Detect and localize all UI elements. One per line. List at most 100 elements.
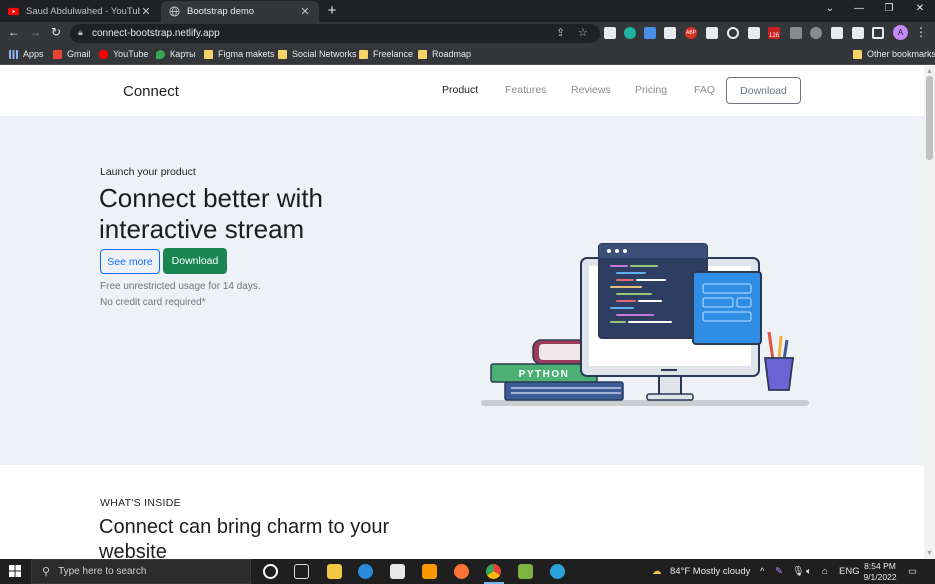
task-view-icon[interactable] <box>294 564 309 579</box>
kebab-menu-icon[interactable]: ⋮ <box>913 25 929 39</box>
bookmark-label: Карты <box>170 49 196 59</box>
forward-arrow-icon[interactable]: → <box>27 25 43 39</box>
nav-faq[interactable]: FAQ <box>694 84 715 96</box>
scroll-up-icon[interactable]: ▲ <box>926 68 933 75</box>
weather-text[interactable]: 84°F Mostly cloudy <box>670 566 750 577</box>
reload-icon[interactable]: ↻ <box>48 25 64 39</box>
taskbar-search-placeholder[interactable]: Type here to search <box>58 566 146 577</box>
minimize-icon[interactable]: — <box>851 3 867 14</box>
nav-features[interactable]: Features <box>505 84 546 96</box>
window-close-icon[interactable]: ✕ <box>912 3 928 14</box>
bookmark-label: Freelance <box>373 49 414 59</box>
speaker-icon[interactable]: 🔈︎ <box>806 566 812 577</box>
nav-pricing[interactable]: Pricing <box>635 84 667 96</box>
notification-icon[interactable]: ▭ <box>908 566 917 577</box>
sublime-icon[interactable] <box>422 564 437 579</box>
nav-reviews[interactable]: Reviews <box>571 84 611 96</box>
hero-headline: Connect better with interactive stream <box>99 183 324 244</box>
extension-cloud-icon[interactable] <box>810 27 822 39</box>
network-icon[interactable]: ⌂ <box>822 566 828 577</box>
tray-chevron-up-icon[interactable]: ^ <box>760 566 764 577</box>
apps-grid-icon <box>9 49 18 59</box>
site-navbar: Connect Product Features Reviews Pricing… <box>0 66 924 116</box>
new-tab-plus-icon[interactable]: + <box>324 2 340 19</box>
taskbar-search[interactable]: ⚲ Type here to search <box>31 559 251 584</box>
bookmark-label: Gmail <box>67 49 91 59</box>
scrollbar-thumb[interactable] <box>926 76 933 160</box>
extension-doc-icon[interactable] <box>604 27 616 39</box>
cortana-icon[interactable] <box>263 564 278 579</box>
lock-icon[interactable]: 🔒︎ <box>78 27 83 38</box>
site-brand[interactable]: Connect <box>123 83 179 100</box>
windows-taskbar: ⚲ Type here to search ☁ 84°F Mostly clou… <box>0 559 935 584</box>
extension-mail-icon[interactable]: 126 <box>768 27 780 39</box>
pen-icon[interactable]: ✎ <box>775 566 783 577</box>
bookmark-gmail[interactable]: Gmail <box>53 49 91 59</box>
hero-eyebrow: Launch your product <box>100 166 196 178</box>
back-arrow-icon[interactable]: ← <box>6 25 22 39</box>
tab-bootstrap-demo[interactable]: Bootstrap demo ✕ <box>161 1 319 22</box>
gmail-icon <box>53 49 62 59</box>
bookmark-label: Figma makets <box>218 49 275 59</box>
hero-illustration: PYTHON <box>481 243 809 406</box>
bookmark-social-networks[interactable]: Social Networks <box>278 49 357 59</box>
adblock-icon[interactable]: ABP <box>685 27 697 39</box>
page-scrollbar[interactable]: ▲ ▼ <box>924 66 935 559</box>
extension-edit-icon[interactable] <box>644 27 656 39</box>
close-icon[interactable]: ✕ <box>140 5 152 18</box>
map-pin-icon <box>156 49 165 59</box>
hero-note: Free unrestricted usage for 14 days. <box>100 281 261 292</box>
extension-pen-icon[interactable] <box>706 27 718 39</box>
bookmark-label: Social Networks <box>292 49 357 59</box>
extension-grid-icon[interactable] <box>748 27 760 39</box>
url-text[interactable]: connect-bootstrap.netlify.app <box>92 28 220 39</box>
bookmark-label: Roadmap <box>432 49 472 59</box>
layers-app-icon[interactable] <box>518 564 533 579</box>
section-headline: Connect can bring charm to your website <box>99 516 390 559</box>
tab-youtube[interactable]: Saud Abdulwahed - YouTube ✕ <box>0 1 160 22</box>
address-bar[interactable]: 🔒︎ connect-bootstrap.netlify.app ⇪ ☆ <box>70 24 600 43</box>
extensions-puzzle-icon[interactable] <box>852 27 864 39</box>
close-icon[interactable]: ✕ <box>299 5 311 18</box>
hero-section: Launch your product Connect better with … <box>0 116 924 465</box>
firefox-icon[interactable] <box>454 564 469 579</box>
scroll-down-icon[interactable]: ▼ <box>926 550 933 557</box>
restore-icon[interactable]: ❐ <box>881 3 897 14</box>
weather-icon[interactable]: ☁ <box>652 566 662 577</box>
bookmark-youtube[interactable]: YouTube <box>99 49 148 59</box>
download-button[interactable]: Download <box>163 248 227 274</box>
bookmark-freelance[interactable]: Freelance <box>359 49 413 59</box>
sidepanel-icon[interactable] <box>872 27 884 39</box>
extension-puzzle-alt-icon[interactable] <box>831 27 843 39</box>
extension-u-icon[interactable] <box>624 27 636 39</box>
telegram-icon[interactable] <box>550 564 565 579</box>
folder-icon <box>278 49 287 59</box>
bookmark-other[interactable]: Other bookmarks <box>853 49 935 59</box>
nav-download-button[interactable]: Download <box>726 77 801 104</box>
see-more-button[interactable]: See more <box>100 249 160 274</box>
bookmark-maps[interactable]: Карты <box>156 49 196 59</box>
hero-note: No credit card required* <box>100 297 206 308</box>
star-icon[interactable]: ☆ <box>578 26 588 39</box>
profile-avatar[interactable]: A <box>893 25 908 40</box>
search-icon: ⚲ <box>42 566 51 578</box>
edge-icon[interactable] <box>358 564 373 579</box>
nav-product[interactable]: Product <box>442 84 478 96</box>
extension-camera-icon[interactable] <box>790 27 802 39</box>
bookmark-apps[interactable]: Apps <box>9 49 44 59</box>
microphone-icon[interactable]: 🎙︎ <box>792 566 804 577</box>
store-icon[interactable] <box>390 564 405 579</box>
chevron-down-icon[interactable]: ⌄ <box>822 3 838 14</box>
tab-title: Bootstrap demo <box>187 6 255 17</box>
extension-bookmark-icon[interactable] <box>664 27 676 39</box>
folder-icon <box>418 49 427 59</box>
bookmark-roadmap[interactable]: Roadmap <box>418 49 471 59</box>
bookmark-figma-makets[interactable]: Figma makets <box>204 49 275 59</box>
chrome-icon[interactable] <box>486 564 501 579</box>
file-explorer-icon[interactable] <box>327 564 342 579</box>
windows-start-icon[interactable] <box>9 565 21 577</box>
extension-sync-icon[interactable] <box>727 27 739 39</box>
share-icon[interactable]: ⇪ <box>556 26 565 39</box>
taskbar-clock[interactable]: 8:54 PM 9/1/2022 <box>855 561 905 583</box>
extension-badge: 126 <box>768 33 779 39</box>
